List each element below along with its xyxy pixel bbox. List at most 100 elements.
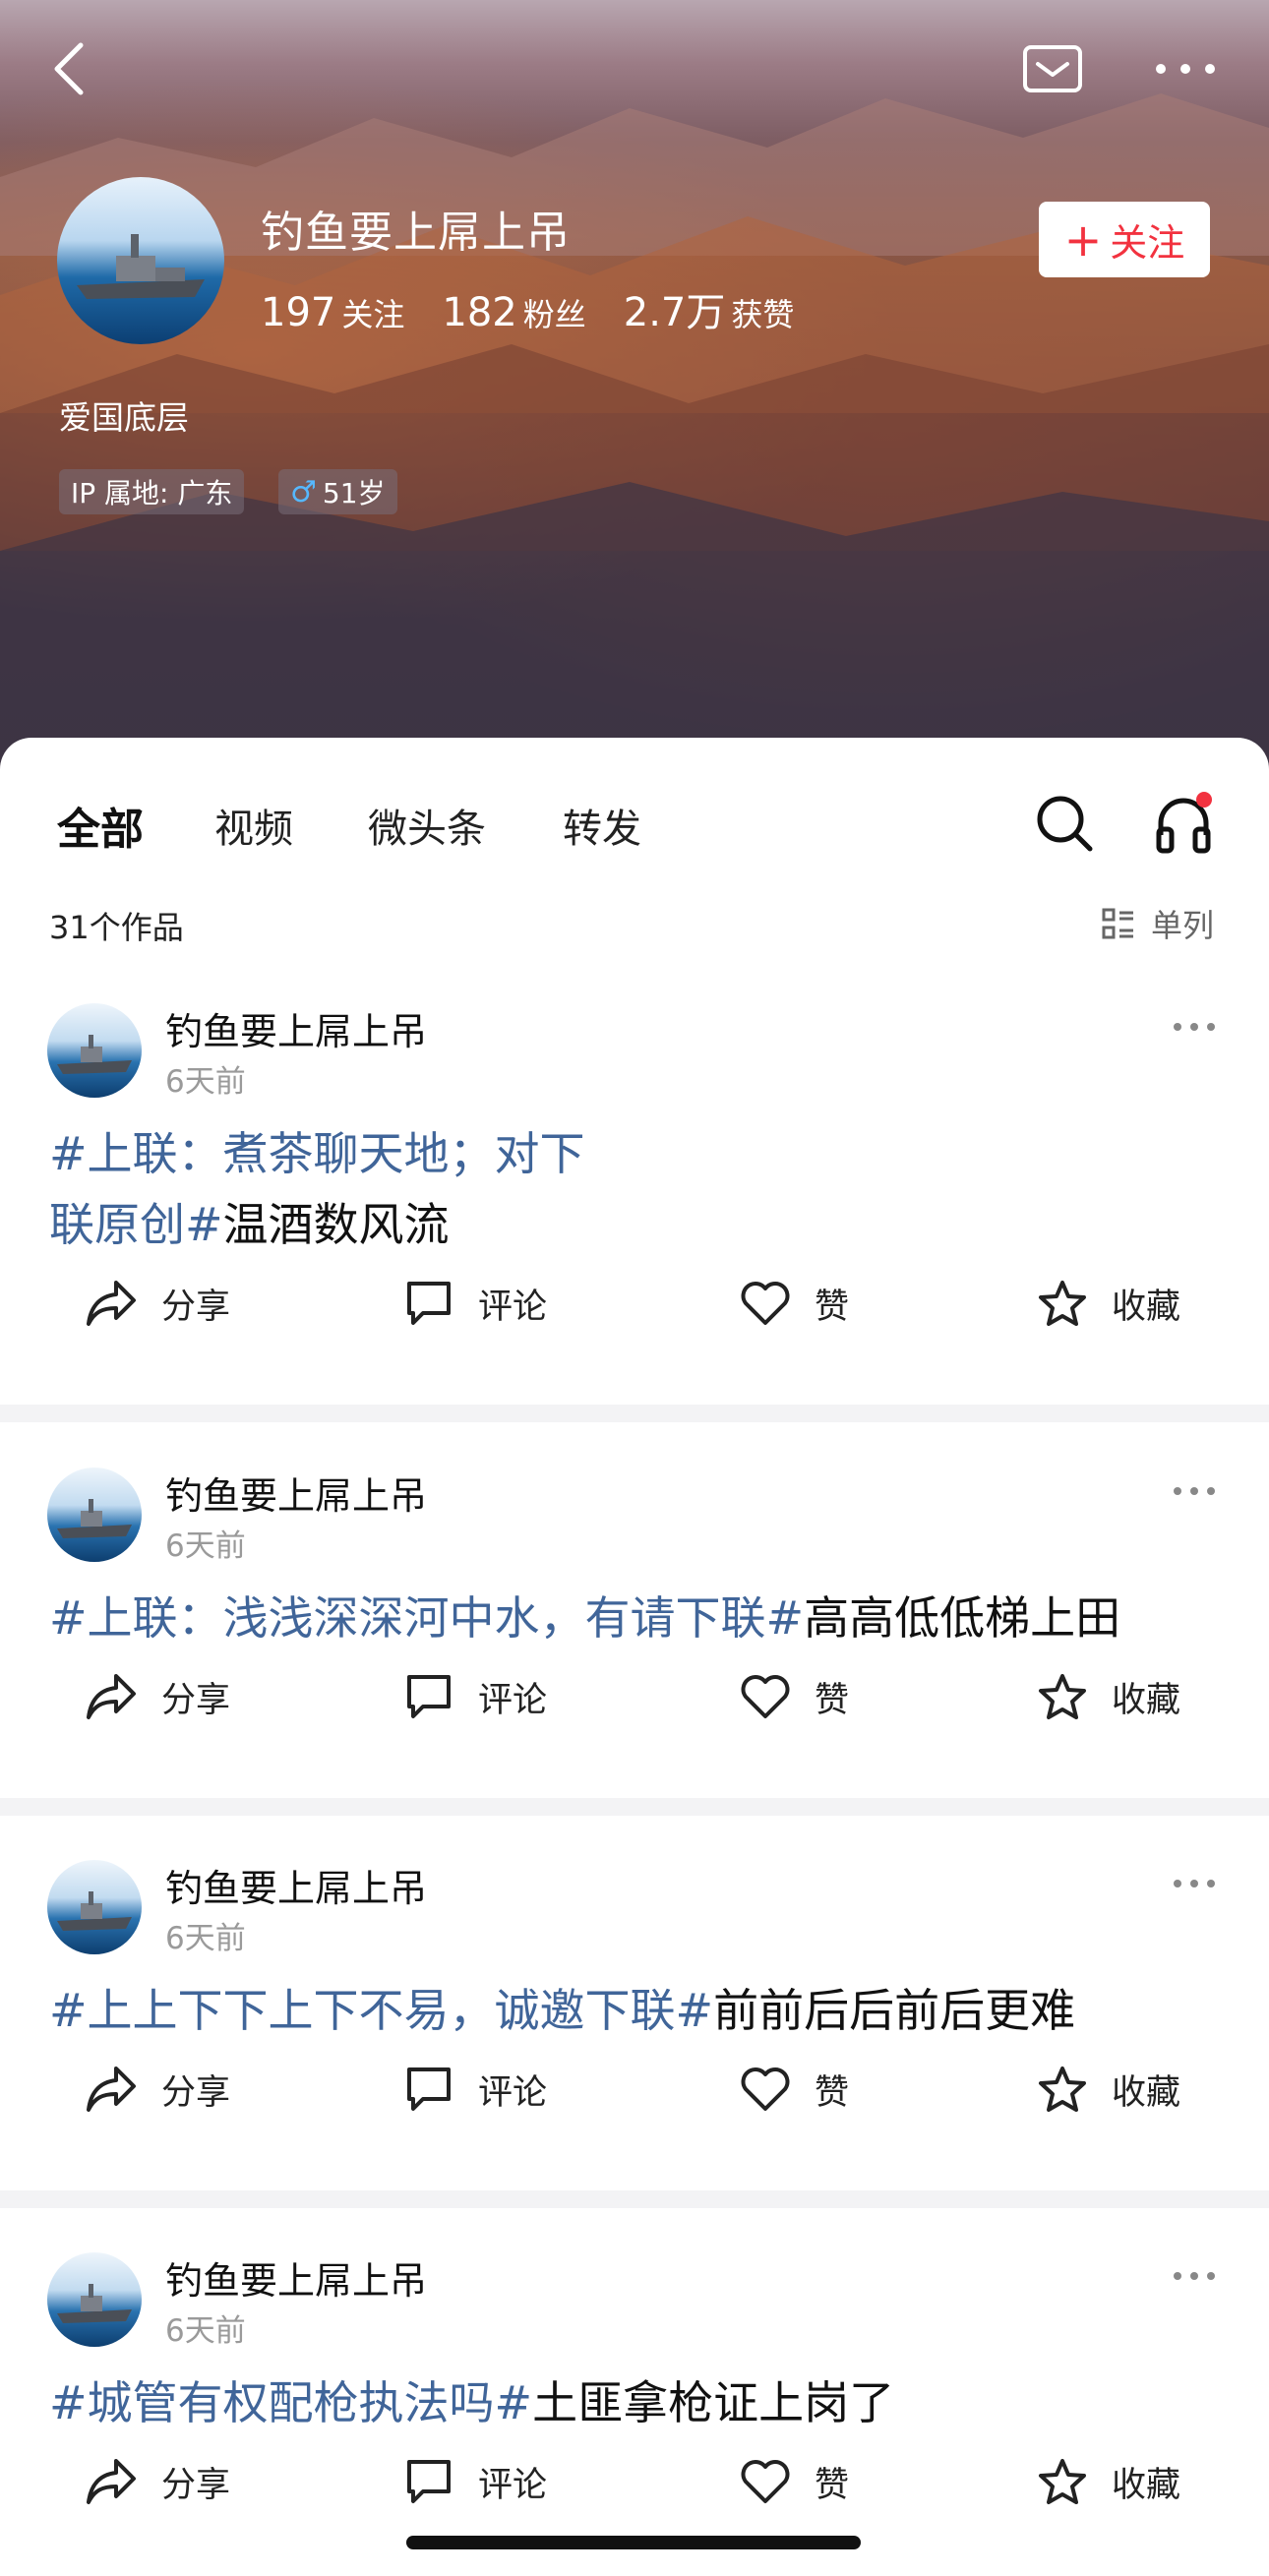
back-chevron-icon bbox=[54, 42, 84, 95]
post-body: 温酒数风流 bbox=[222, 1198, 450, 1251]
search-button[interactable] bbox=[1033, 792, 1098, 857]
tab-repost[interactable]: 转发 bbox=[563, 797, 641, 854]
star-icon bbox=[1039, 2459, 1086, 2504]
favorite-label: 收藏 bbox=[1112, 1680, 1181, 1720]
following-label[interactable]: 关注 bbox=[341, 290, 404, 335]
comment-icon bbox=[407, 2067, 451, 2111]
post-avatar[interactable] bbox=[47, 1003, 142, 1098]
warship-image bbox=[57, 2284, 132, 2323]
more-dots-icon bbox=[1174, 2272, 1215, 2280]
favorite-button[interactable]: 收藏 bbox=[1037, 2447, 1180, 2516]
post-more-button[interactable] bbox=[1173, 1017, 1232, 1047]
share-icon bbox=[87, 2067, 136, 2112]
warship-image bbox=[57, 1891, 132, 1931]
back-button[interactable] bbox=[30, 30, 108, 108]
list-layout-icon bbox=[1102, 908, 1133, 939]
post-text[interactable]: #城管有权配枪执法吗#土匪拿枪证上岗了 bbox=[49, 2367, 1230, 2438]
profile-banner: 钓鱼要上屌上吊 197 关注 182 粉丝 2.7万 获赞 + 关注 爱国底层 … bbox=[0, 0, 1269, 787]
heart-icon bbox=[741, 2460, 790, 2503]
more-options-button[interactable] bbox=[1146, 30, 1225, 108]
share-button[interactable]: 分享 bbox=[85, 1269, 230, 1338]
share-button[interactable]: 分享 bbox=[85, 1662, 230, 1731]
warship-image bbox=[77, 234, 205, 299]
post-author[interactable]: 钓鱼要上屌上吊 bbox=[165, 1001, 427, 1055]
share-button[interactable]: 分享 bbox=[85, 2055, 230, 2124]
post-body: 前前后后前后更难 bbox=[713, 1984, 1076, 2037]
favorite-button[interactable]: 收藏 bbox=[1037, 1662, 1180, 1731]
post-avatar[interactable] bbox=[47, 1468, 142, 1562]
ip-location-tag: IP 属地: 广东 bbox=[59, 469, 245, 514]
heart-icon bbox=[741, 1675, 790, 1718]
listen-button[interactable] bbox=[1151, 792, 1216, 857]
like-label: 赞 bbox=[815, 2465, 850, 2505]
following-count[interactable]: 197 bbox=[261, 290, 335, 335]
comment-button[interactable]: 评论 bbox=[403, 1662, 547, 1731]
comment-icon bbox=[407, 1282, 451, 1325]
follow-button[interactable]: + 关注 bbox=[1039, 202, 1210, 277]
single-column-toggle[interactable]: 单列 bbox=[1102, 901, 1214, 946]
share-label: 分享 bbox=[161, 2465, 231, 2505]
star-icon bbox=[1039, 2067, 1086, 2112]
favorite-button[interactable]: 收藏 bbox=[1037, 2055, 1180, 2124]
like-button[interactable]: 赞 bbox=[740, 2447, 849, 2516]
post-avatar[interactable] bbox=[47, 2252, 142, 2347]
search-icon bbox=[1037, 796, 1093, 852]
post-author[interactable]: 钓鱼要上屌上吊 bbox=[165, 1466, 427, 1520]
comment-icon bbox=[407, 1675, 451, 1718]
like-label: 赞 bbox=[815, 2072, 850, 2113]
post-more-button[interactable] bbox=[1173, 1874, 1232, 1903]
age-label: 51岁 bbox=[322, 477, 386, 509]
more-dots-icon bbox=[1174, 1880, 1215, 1887]
post-author[interactable]: 钓鱼要上屌上吊 bbox=[165, 1858, 427, 1912]
post-more-button[interactable] bbox=[1173, 2266, 1232, 2296]
share-button[interactable]: 分享 bbox=[85, 2447, 230, 2516]
message-button[interactable] bbox=[1013, 30, 1092, 108]
comment-button[interactable]: 评论 bbox=[403, 2447, 547, 2516]
comment-button[interactable]: 评论 bbox=[403, 1269, 547, 1338]
heart-icon bbox=[741, 1282, 790, 1325]
post-body: 高高低低梯上田 bbox=[804, 1591, 1121, 1645]
post-time: 6天前 bbox=[165, 1921, 246, 1956]
comment-label: 评论 bbox=[478, 2072, 548, 2113]
post-more-button[interactable] bbox=[1173, 1481, 1232, 1511]
post-avatar[interactable] bbox=[47, 1860, 142, 1954]
mountain-landscape-background bbox=[0, 93, 1269, 787]
post-text[interactable]: #上联：浅浅深深河中水，有请下联#高高低低梯上田 bbox=[49, 1583, 1230, 1653]
male-gender-icon: ♂ bbox=[290, 474, 317, 509]
post-hashtag[interactable]: #上联：浅浅深深河中水，有请下联# bbox=[49, 1591, 804, 1645]
home-indicator[interactable] bbox=[406, 2536, 861, 2549]
post-text[interactable]: #上上下下上下不易，诚邀下联#前前后后前后更难 bbox=[49, 1975, 1230, 2046]
like-button[interactable]: 赞 bbox=[740, 1269, 849, 1338]
share-icon bbox=[87, 1674, 136, 1719]
like-button[interactable]: 赞 bbox=[740, 2055, 849, 2124]
followers-label[interactable]: 粉丝 bbox=[523, 290, 586, 335]
favorite-label: 收藏 bbox=[1112, 2072, 1181, 2113]
post-text[interactable]: #上联：煮茶聊天地；对下联原创#温酒数风流 bbox=[49, 1118, 600, 1260]
comment-label: 评论 bbox=[478, 1287, 548, 1327]
profile-stats: 197 关注 182 粉丝 2.7万 获赞 bbox=[261, 280, 831, 337]
share-icon bbox=[87, 1281, 136, 1326]
like-button[interactable]: 赞 bbox=[740, 1662, 849, 1731]
like-label: 赞 bbox=[815, 1287, 850, 1327]
more-dots-icon bbox=[1174, 1023, 1215, 1031]
more-dots-icon bbox=[1174, 1487, 1215, 1495]
tab-micro-headline[interactable]: 微头条 bbox=[368, 797, 486, 854]
works-count: 31个作品 bbox=[49, 909, 184, 946]
post-hashtag[interactable]: #上上下下上下不易，诚邀下联# bbox=[49, 1984, 713, 2037]
post-divider bbox=[0, 2190, 1269, 2208]
share-label: 分享 bbox=[161, 2072, 231, 2113]
followers-count[interactable]: 182 bbox=[442, 290, 516, 335]
favorite-button[interactable]: 收藏 bbox=[1037, 1269, 1180, 1338]
comment-button[interactable]: 评论 bbox=[403, 2055, 547, 2124]
post-hashtag[interactable]: #城管有权配枪执法吗# bbox=[49, 2376, 532, 2429]
post-body: 土匪拿枪证上岗了 bbox=[532, 2376, 895, 2429]
post-author[interactable]: 钓鱼要上屌上吊 bbox=[165, 2250, 427, 2305]
like-label: 赞 bbox=[815, 1680, 850, 1720]
tab-all[interactable]: 全部 bbox=[57, 794, 144, 857]
more-dots-icon bbox=[1156, 64, 1215, 74]
tab-video[interactable]: 视频 bbox=[214, 797, 293, 854]
profile-avatar[interactable] bbox=[57, 177, 224, 344]
profile-bio: 爱国底层 bbox=[59, 398, 189, 437]
post-time: 6天前 bbox=[165, 1064, 246, 1100]
share-icon bbox=[87, 2459, 136, 2504]
